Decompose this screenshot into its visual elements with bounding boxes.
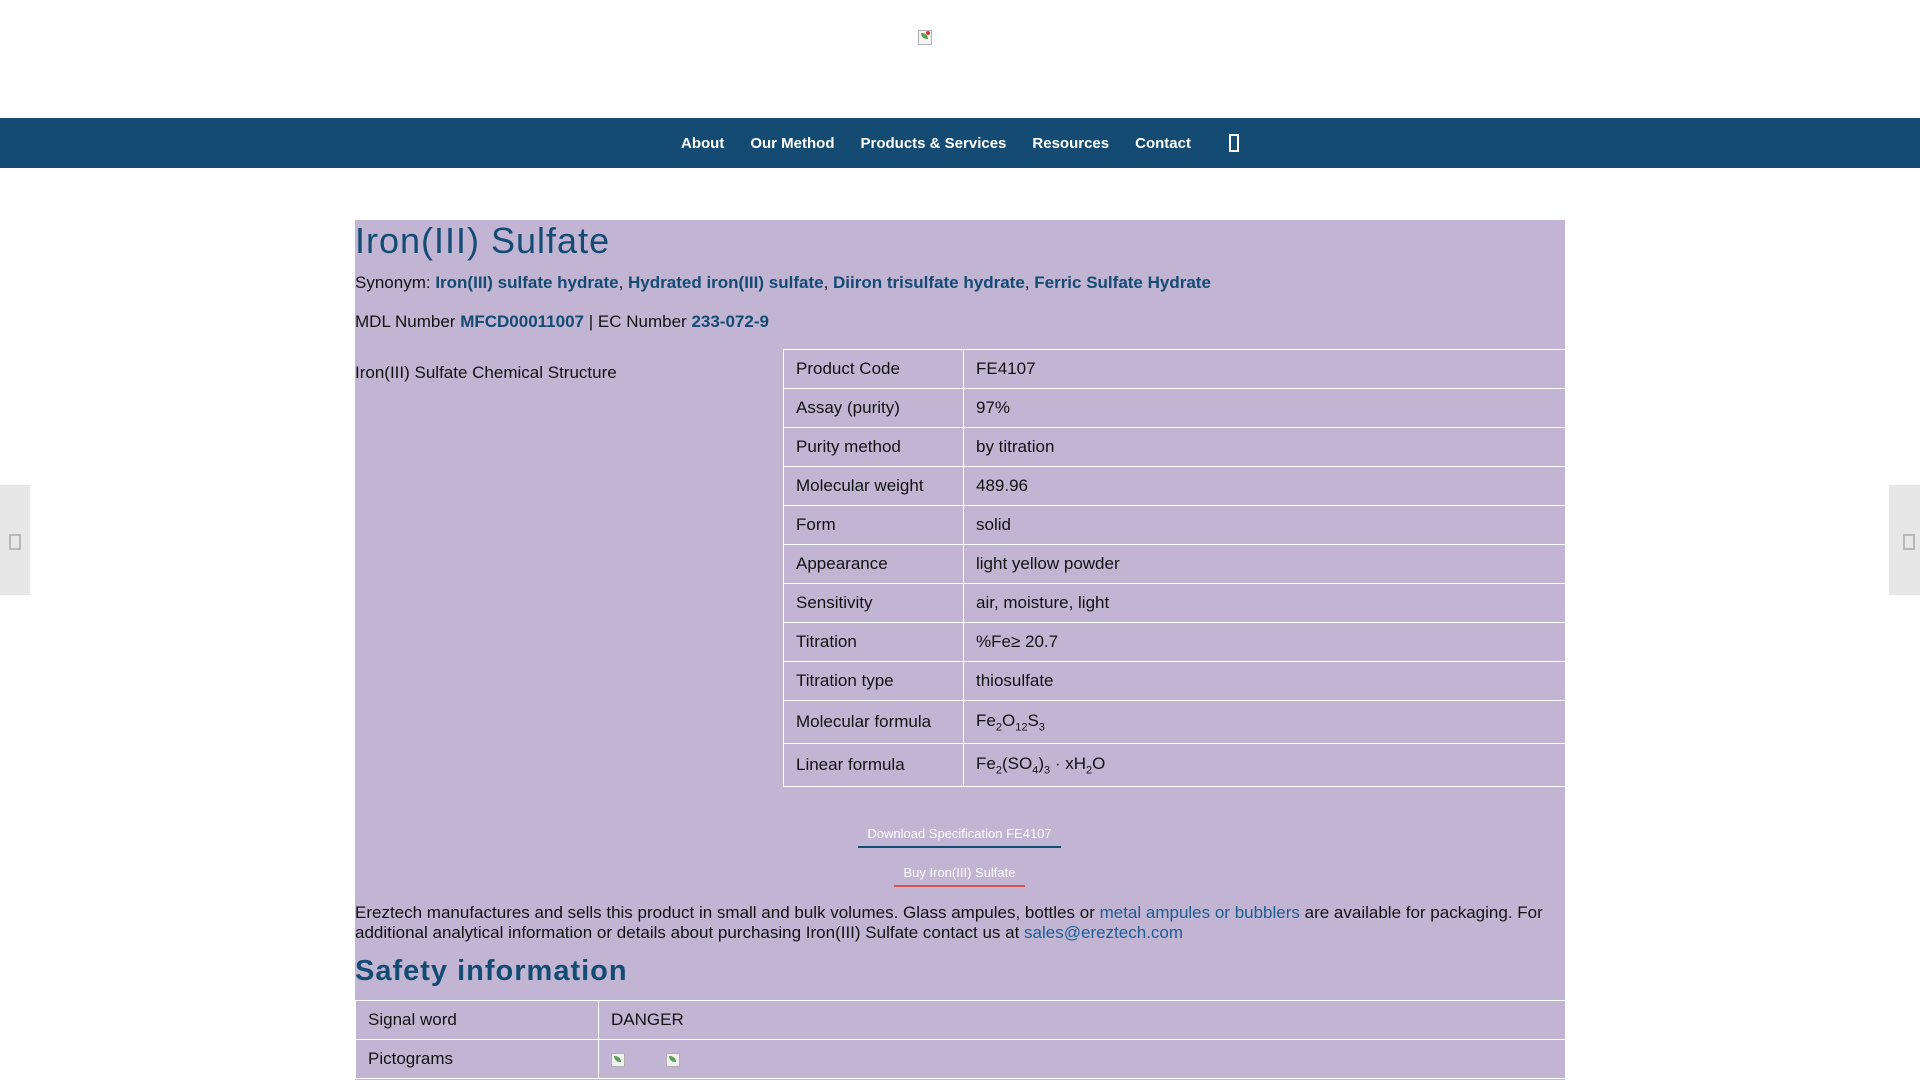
- table-row: Purity method by titration: [783, 427, 1566, 467]
- synonyms-line: Synonym: Iron(III) sulfate hydrate, Hydr…: [355, 273, 1211, 292]
- property-value: %Fe≥ 20.7: [963, 622, 1566, 662]
- next-product-arrow[interactable]: [1889, 485, 1920, 595]
- pictograms-cell: [598, 1039, 1566, 1079]
- property-value: light yellow powder: [963, 544, 1566, 584]
- synonym-link[interactable]: Hydrated iron(III) sulfate: [628, 273, 824, 292]
- table-row: Form solid: [783, 505, 1566, 545]
- safety-heading: Safety information: [355, 955, 628, 987]
- nav-item-products-services[interactable]: Products & Services: [860, 135, 1006, 152]
- linear-formula-value: Fe2(SO4)3 · xH2O: [963, 743, 1566, 787]
- main-navigation: About Our Method Products & Services Res…: [0, 118, 1920, 168]
- synonym-link[interactable]: Diiron trisulfate hydrate: [833, 273, 1025, 292]
- property-key: Sensitivity: [783, 583, 964, 623]
- sales-email-link[interactable]: sales@ereztech.com: [1024, 923, 1183, 942]
- site-header: [0, 0, 1920, 118]
- property-value: air, moisture, light: [963, 583, 1566, 623]
- hazard-pictogram-icon: [611, 1052, 625, 1067]
- property-key: Titration type: [783, 661, 964, 701]
- property-value: FE4107: [963, 349, 1566, 389]
- synonym-label: Synonym:: [355, 273, 431, 292]
- synonym-link[interactable]: Ferric Sulfate Hydrate: [1034, 273, 1211, 292]
- nav-item-our-method[interactable]: Our Method: [750, 135, 834, 152]
- table-row: Assay (purity) 97%: [783, 388, 1566, 428]
- previous-product-arrow[interactable]: [0, 485, 30, 595]
- table-row: Titration type thiosulfate: [783, 661, 1566, 701]
- chevron-left-icon: [9, 534, 21, 550]
- synonym-link[interactable]: Iron(III) sulfate hydrate: [435, 273, 618, 292]
- identifiers-line: MDL Number MFCD00011007 | EC Number 233-…: [355, 312, 769, 332]
- property-key: Appearance: [783, 544, 964, 584]
- property-key: Product Code: [783, 349, 964, 389]
- product-content: Iron(III) Sulfate Synonym: Iron(III) sul…: [355, 220, 1566, 1080]
- property-value: thiosulfate: [963, 661, 1566, 701]
- product-properties-table: Product Code FE4107 Assay (purity) 97% Purit…: [783, 349, 1566, 787]
- product-title: Iron(III) Sulfate: [355, 220, 611, 261]
- signal-word-value: DANGER: [598, 1000, 1566, 1040]
- mdl-label: MDL Number: [355, 312, 456, 331]
- hazard-pictogram-icon: [665, 1052, 680, 1067]
- property-value: 97%: [963, 388, 1566, 428]
- chevron-right-icon: [1903, 534, 1915, 550]
- property-value: 489.96: [963, 466, 1566, 506]
- table-row: Linear formula Fe2(SO4)3 · xH2O: [783, 743, 1566, 787]
- property-key: Form: [783, 505, 964, 545]
- property-key: Purity method: [783, 427, 964, 467]
- metal-ampules-link[interactable]: metal ampules or bubblers: [1100, 903, 1300, 922]
- site-logo[interactable]: [918, 30, 934, 46]
- table-row: Product Code FE4107: [783, 349, 1566, 389]
- property-key: Molecular weight: [783, 466, 964, 506]
- ec-number-link[interactable]: 233-072-9: [691, 312, 769, 331]
- table-row: Titration %Fe≥ 20.7: [783, 622, 1566, 662]
- mdl-number-link[interactable]: MFCD00011007: [460, 312, 584, 331]
- download-specification-button[interactable]: Download Specification FE4107: [858, 822, 1061, 848]
- buy-product-button[interactable]: Buy Iron(III) Sulfate: [894, 861, 1025, 887]
- search-icon[interactable]: [1228, 134, 1240, 152]
- property-key: Linear formula: [783, 743, 964, 787]
- nav-item-resources[interactable]: Resources: [1032, 135, 1109, 152]
- property-value: solid: [963, 505, 1566, 545]
- property-key: Titration: [783, 622, 964, 662]
- safety-key: Pictograms: [355, 1039, 599, 1079]
- description-text: Ereztech manufactures and sells this pro…: [355, 903, 1100, 922]
- property-key: Molecular formula: [783, 700, 964, 744]
- property-key: Assay (purity): [783, 388, 964, 428]
- property-value: by titration: [963, 427, 1566, 467]
- product-description: Ereztech manufactures and sells this pro…: [355, 903, 1565, 943]
- table-row: Sensitivity air, moisture, light: [783, 583, 1566, 623]
- table-row: Molecular formula Fe2O12S3: [783, 700, 1566, 744]
- safety-table: Signal word DANGER Pictograms: [355, 1000, 1566, 1079]
- nav-item-contact[interactable]: Contact: [1135, 135, 1191, 152]
- chemical-structure-image: Iron(III) Sulfate Chemical Structure: [355, 363, 617, 383]
- table-row: Pictograms: [355, 1039, 1566, 1079]
- safety-key: Signal word: [355, 1000, 599, 1040]
- molecular-formula-value: Fe2O12S3: [963, 700, 1566, 744]
- structure-alt-text: Iron(III) Sulfate Chemical Structure: [355, 363, 617, 382]
- ec-label: EC Number: [597, 312, 687, 331]
- table-row: Appearance light yellow powder: [783, 544, 1566, 584]
- table-row: Signal word DANGER: [355, 1000, 1566, 1040]
- table-row: Molecular weight 489.96: [783, 466, 1566, 506]
- nav-item-about[interactable]: About: [681, 135, 724, 152]
- separator: |: [588, 312, 594, 331]
